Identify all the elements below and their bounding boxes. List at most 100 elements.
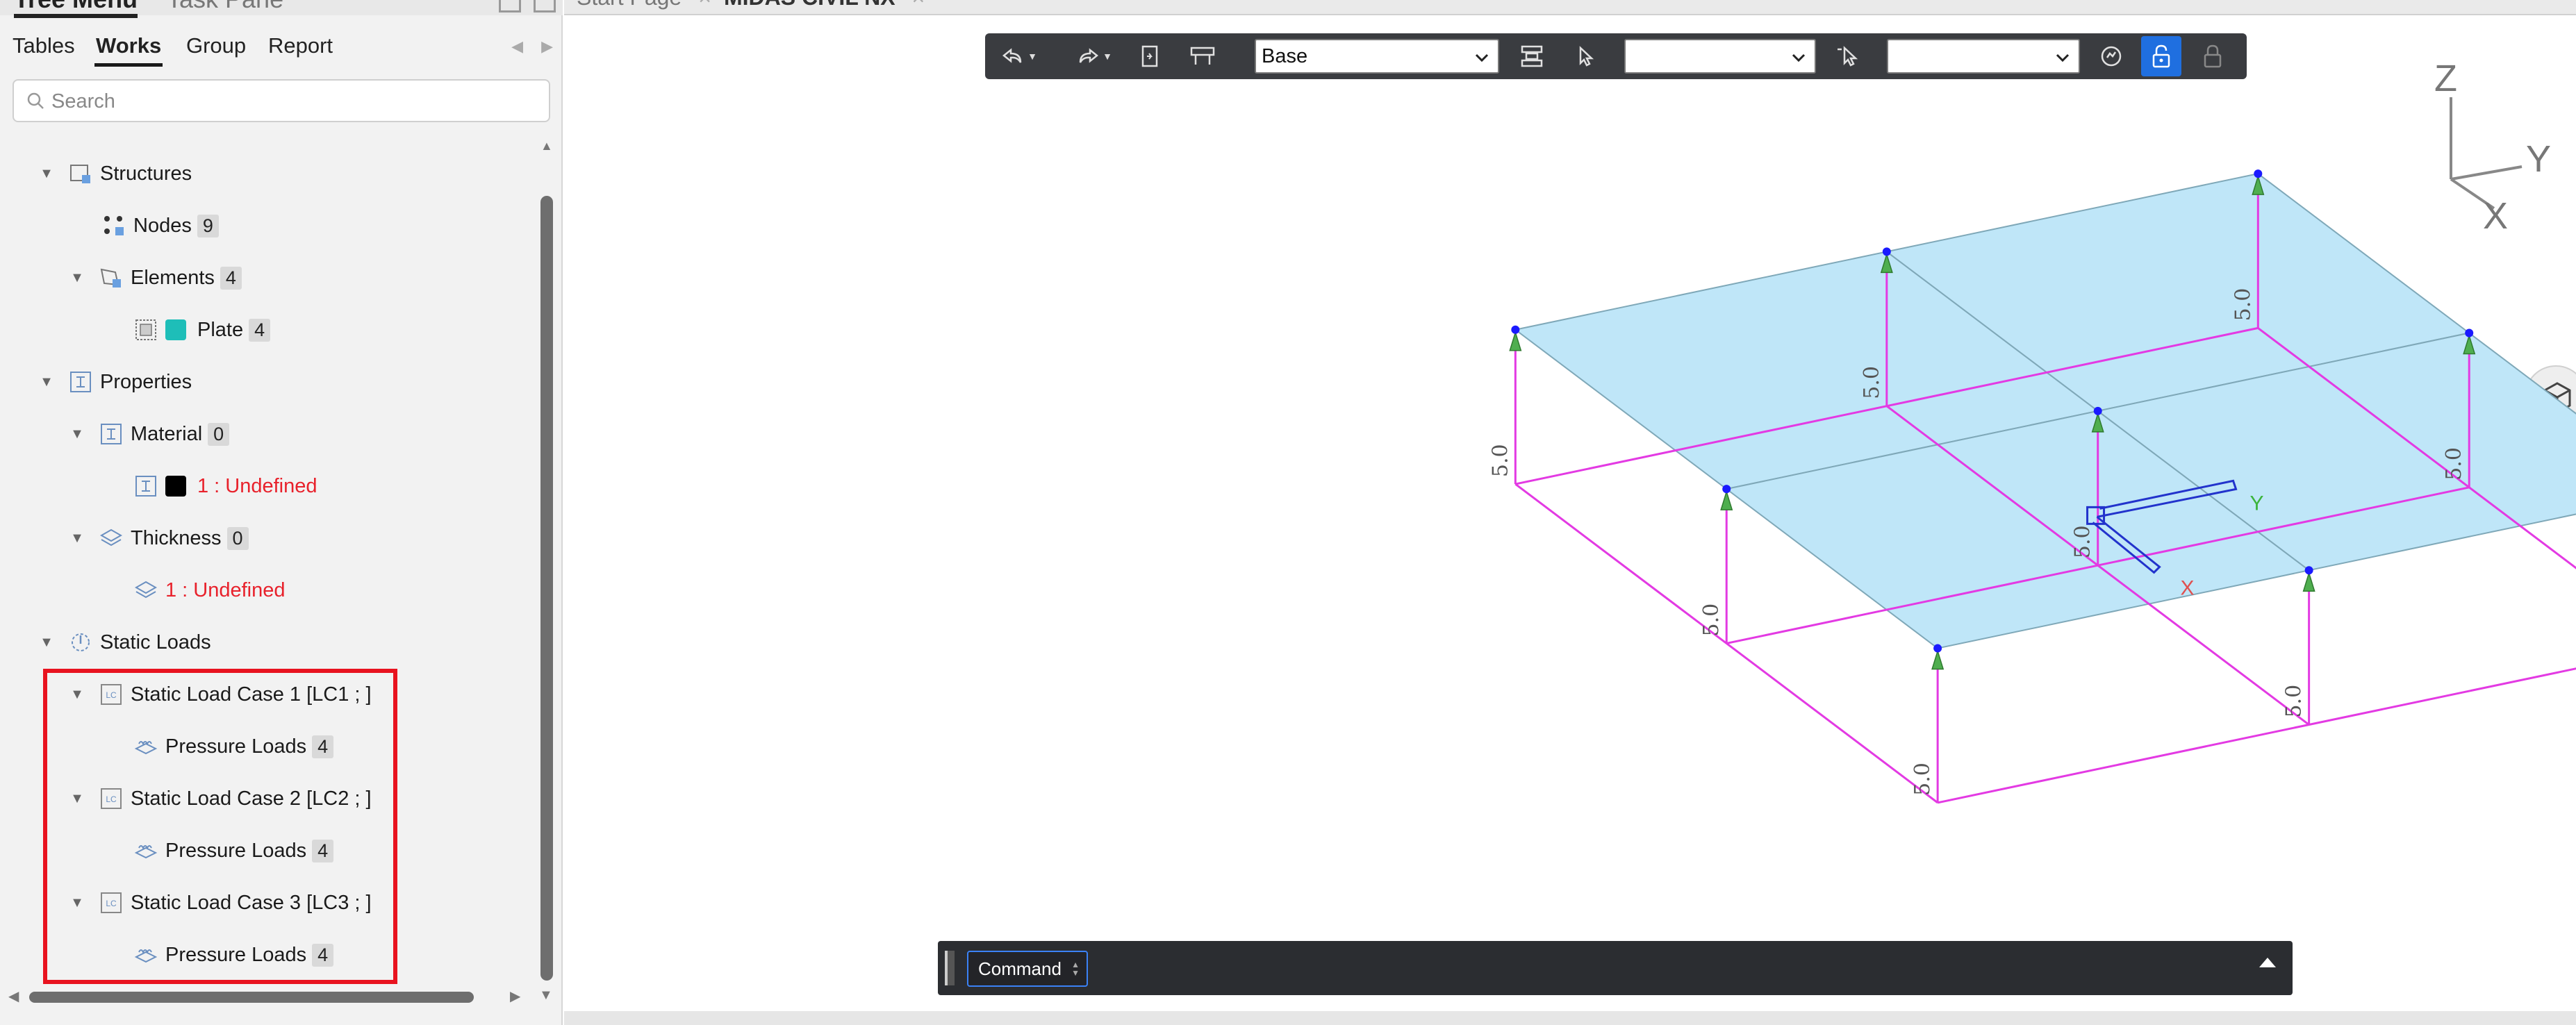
model-viewport[interactable]: YX 5.05.05.05.05.05.05.05.05.0 [564,83,2576,938]
search-box [13,79,550,122]
tree-item-nodes[interactable]: Nodes 9 [101,205,219,247]
support-length-label: 5.0 [2442,447,2466,481]
doc-tab-label: MIDAS CIVIL NX [724,0,895,10]
dock-icon[interactable] [499,0,521,12]
selection-dropdown-2[interactable] [1887,39,2080,74]
view-select-dropdown[interactable]: Base [1255,39,1499,74]
tree-label: Structures [100,162,192,185]
float-icon[interactable] [534,0,556,12]
local-axis-x-label: X [2181,576,2195,599]
scrollbar-thumb[interactable] [29,992,474,1003]
search-icon [27,92,44,109]
tree-label: Static Loads [100,631,211,653]
tree-item-material[interactable]: ▼ Material 0 [69,413,230,455]
command-input[interactable]: Command ▲ ▼ [967,951,1088,987]
tab-midas-civil-nx[interactable]: MIDAS CIVIL NX × [724,0,925,10]
view-toolbar: ▼ ▼ Base [985,33,2247,79]
close-icon[interactable]: × [912,0,925,10]
chevron-down-icon [2056,53,2070,62]
support-length-label: 5.0 [2071,525,2095,558]
task-pane-tab[interactable]: Task Pane [167,0,283,14]
tree-label: Material [131,422,203,445]
chevron-down-icon [1792,53,1806,62]
tab-report[interactable]: Report [268,33,333,58]
static-loads-icon [72,633,90,651]
tree-item-static-loads[interactable]: ▼ Static Loads [39,622,211,663]
tab-works[interactable]: Works [94,33,163,67]
command-drag-handle[interactable] [945,951,955,985]
expand-caret-icon[interactable]: ▼ [39,635,54,650]
tree-label: Elements [131,266,215,289]
tab-scroll-left-icon[interactable]: ◀ [511,38,523,56]
tree-label: Thickness [131,526,222,549]
support-length-label: 5.0 [1860,366,1884,399]
static-load-cases-highlight [43,669,397,984]
search-input[interactable] [51,86,538,117]
node-point [2254,169,2263,178]
scrollbar-thumb[interactable] [540,196,553,981]
support-length-label: 5.0 [2282,685,2306,718]
expand-caret-icon[interactable]: ▼ [69,270,85,285]
support-length-label: 5.0 [2231,288,2255,322]
layer-icon [1521,45,1543,67]
refresh-view-button[interactable] [2095,40,2127,72]
new-document-button[interactable] [1134,40,1166,72]
tab-scroll-right-icon[interactable]: ▶ [541,38,553,56]
support-arrow [1720,490,1733,510]
tree-horizontal-scrollbar[interactable]: ◀ ▶ ▼ [0,986,563,1007]
local-axis-y-label: Y [2250,492,2264,515]
scroll-down-icon[interactable]: ▼ [539,988,553,1003]
command-bar: Command ▲ ▼ [938,941,2293,995]
material-icon [101,424,122,444]
tree-item-thickness-1[interactable]: 1 : Undefined [133,569,286,611]
node-point [2465,328,2474,338]
support-arrow [1931,649,1945,670]
expand-caret-icon[interactable]: ▼ [69,531,85,546]
close-icon[interactable]: × [698,0,711,10]
refresh-icon [2101,46,2122,67]
tab-tables[interactable]: Tables [13,33,75,58]
tree-item-structures[interactable]: ▼ Structures [39,153,192,194]
activate-button[interactable] [1187,40,1219,72]
tree-label: 1 : Undefined [197,474,317,497]
expand-caret-icon[interactable]: ▼ [39,166,54,181]
expand-caret-icon[interactable]: ▼ [39,374,54,390]
tab-group[interactable]: Group [186,33,246,58]
tree-item-elements[interactable]: ▼ Elements 4 [69,257,242,299]
node-point [1722,485,1731,494]
expand-caret-icon[interactable]: ▼ [69,426,85,442]
scroll-right-icon[interactable]: ▶ [510,988,520,1005]
unlock-button[interactable] [2141,36,2181,76]
tab-start-page[interactable]: Start Page × [577,0,711,10]
spinner-arrows-icon: ▲ ▼ [1071,960,1080,978]
support-arrow [2302,571,2315,592]
selection-dropdown-1[interactable] [1624,39,1816,74]
undo-icon [1002,48,1022,63]
unlock-icon [2152,44,2170,68]
support-length-label: 5.0 [1699,603,1724,637]
base-edge [1937,667,2576,804]
lock-button[interactable] [2197,40,2229,72]
filter-select-button[interactable] [1833,40,1865,72]
tree-item-properties[interactable]: ▼ Properties [39,361,192,403]
tree-item-thickness[interactable]: ▼ Thickness 0 [69,517,249,559]
model-drawing: YX 5.05.05.05.05.05.05.05.05.0 [1488,169,2576,804]
redo-dropdown[interactable]: ▼ [1099,40,1116,72]
tree-label: Nodes [133,214,192,237]
undo-dropdown[interactable]: ▼ [1024,40,1041,72]
select-button[interactable] [1569,40,1601,72]
support-length-label: 5.0 [1488,444,1512,477]
tree-item-plate[interactable]: Plate 4 [133,309,271,351]
tree-vertical-scrollbar[interactable]: ▲ [539,132,554,986]
tree-item-material-1[interactable]: 1 : Undefined [133,465,317,507]
count-badge: 0 [208,422,230,446]
material-item-icon [135,476,156,497]
scroll-left-icon[interactable]: ◀ [8,988,19,1005]
count-badge: 9 [197,214,219,238]
scroll-up-icon[interactable]: ▲ [540,139,553,153]
structures-icon [70,165,90,183]
tree-menu-tab[interactable]: Tree Menu [14,0,138,18]
layer-button[interactable] [1516,40,1548,72]
document-icon [1141,45,1158,67]
command-expand-icon[interactable] [2259,958,2276,967]
